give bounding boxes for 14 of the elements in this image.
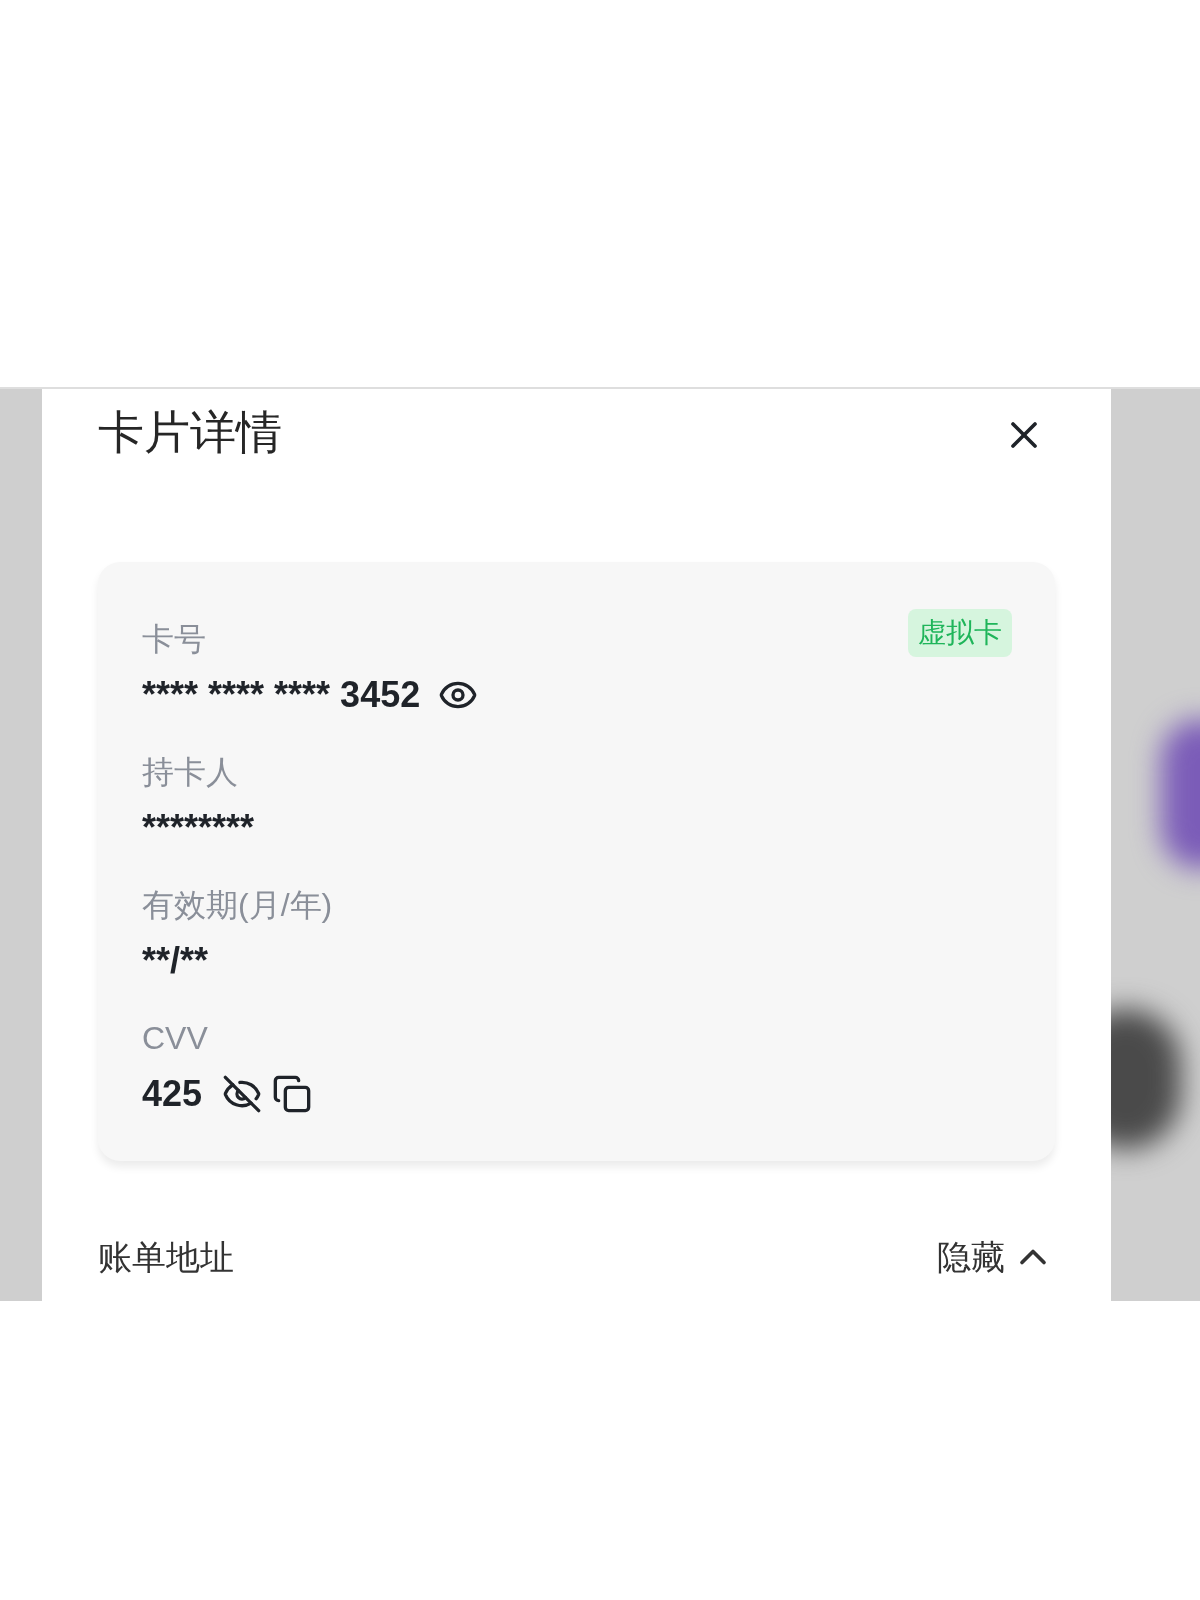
virtual-card-tag: 虚拟卡 [908, 609, 1012, 657]
section-title: 账单地址 [98, 1237, 234, 1278]
eye-off-icon[interactable] [222, 1074, 263, 1114]
field-label: 持卡人 [142, 753, 238, 792]
dialog-title: 卡片详情 [98, 407, 282, 457]
field-value: **** **** **** 3452 [142, 673, 421, 717]
copy-icon[interactable] [272, 1074, 313, 1114]
field-label: 有效期(月/年) [142, 886, 333, 925]
field-value: **/** [142, 939, 209, 983]
field-value: ******** [142, 806, 255, 850]
field-value: 425 [142, 1072, 203, 1116]
field-label: 卡号 [142, 620, 206, 659]
hide-toggle[interactable]: 隐藏 [937, 1235, 1055, 1279]
field-label: CVV [142, 1019, 208, 1058]
